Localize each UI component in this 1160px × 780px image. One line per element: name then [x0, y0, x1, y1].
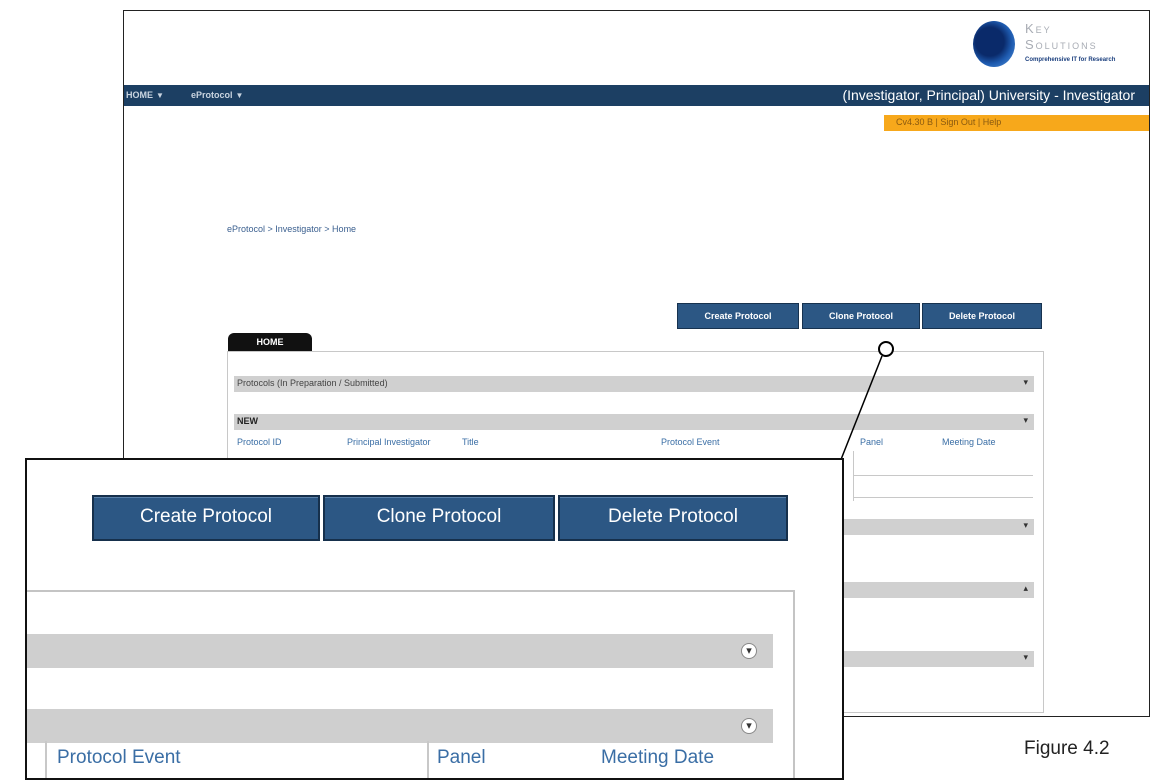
table-divider	[45, 741, 47, 778]
delete-protocol-button-zoomed[interactable]: Delete Protocol	[558, 495, 788, 541]
create-protocol-button-zoomed[interactable]: Create Protocol	[92, 495, 320, 541]
collapse-toggle-icon[interactable]: ▾	[741, 643, 757, 659]
table-divider	[427, 741, 429, 778]
column-header-protocol-event-zoomed[interactable]: Protocol Event	[57, 747, 181, 769]
clone-protocol-button-zoomed[interactable]: Clone Protocol	[323, 495, 555, 541]
column-header-meeting-date-zoomed[interactable]: Meeting Date	[601, 747, 714, 769]
collapse-toggle-icon[interactable]: ▾	[741, 718, 757, 734]
section-bar-zoomed[interactable]: ▾	[27, 634, 773, 668]
zoom-inset: Create Protocol Clone Protocol Delete Pr…	[25, 458, 844, 780]
callout-circle	[878, 341, 894, 357]
figure-caption: Figure 4.2	[1024, 738, 1110, 759]
column-header-panel-zoomed[interactable]: Panel	[437, 747, 486, 769]
callout-line	[839, 355, 883, 463]
section-bar-zoomed[interactable]: ▾	[27, 709, 773, 743]
